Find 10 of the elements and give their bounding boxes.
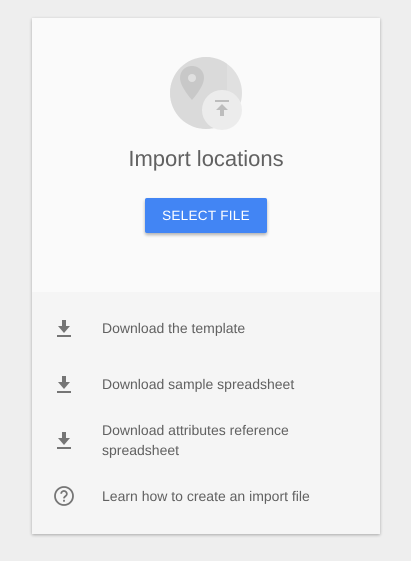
help-icon [54,486,74,506]
download-icon [57,376,71,392]
link[interactable]: Download attributes reference spreadsheet [102,420,332,460]
download-icon [57,320,71,336]
dialog-title: Import locations [128,146,284,172]
link[interactable]: Learn how to create an import file [102,486,332,506]
link[interactable]: Download sample spreadsheet [102,374,332,394]
link[interactable]: Download the template [102,318,332,338]
download-icon [57,432,71,448]
select-file-button[interactable]: SELECT FILE [145,198,267,233]
